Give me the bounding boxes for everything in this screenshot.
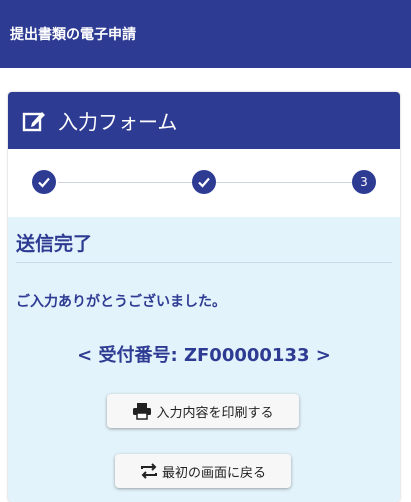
repeat-icon — [140, 463, 157, 479]
restart-button[interactable]: 最初の画面に戻る — [115, 454, 291, 488]
check-icon — [198, 177, 210, 188]
app-title: 提出書類の電子申請 — [10, 27, 136, 43]
progress-stepper: 3 — [8, 149, 400, 217]
thanks-message: ご入力ありがとうございました。 — [16, 294, 226, 310]
form-card-header: 入力フォーム — [8, 92, 400, 149]
step-3-current: 3 — [352, 170, 376, 194]
form-title: 入力フォーム — [58, 110, 178, 134]
printer-icon — [133, 403, 152, 420]
check-icon — [38, 177, 50, 188]
app-header: 提出書類の電子申請 — [0, 0, 411, 68]
print-button[interactable]: 入力内容を印刷する — [107, 394, 299, 428]
receipt-number: < 受付番号: ZF00000133 > — [77, 345, 331, 366]
restart-button-label: 最初の画面に戻る — [161, 465, 266, 481]
step-2-complete — [192, 170, 216, 194]
form-card: 入力フォーム 3 送信完了 ご入力ありがとうございました。 < 受付番号: ZF… — [8, 92, 400, 502]
step-connector — [58, 182, 192, 183]
edit-form-icon — [22, 108, 48, 134]
step-connector — [216, 182, 352, 183]
print-button-label: 入力内容を印刷する — [156, 405, 274, 421]
step-3-label: 3 — [360, 175, 368, 189]
result-heading: 送信完了 — [16, 229, 392, 263]
step-1-complete — [32, 170, 56, 194]
result-section: 送信完了 ご入力ありがとうございました。 < 受付番号: ZF00000133 … — [8, 217, 400, 367]
